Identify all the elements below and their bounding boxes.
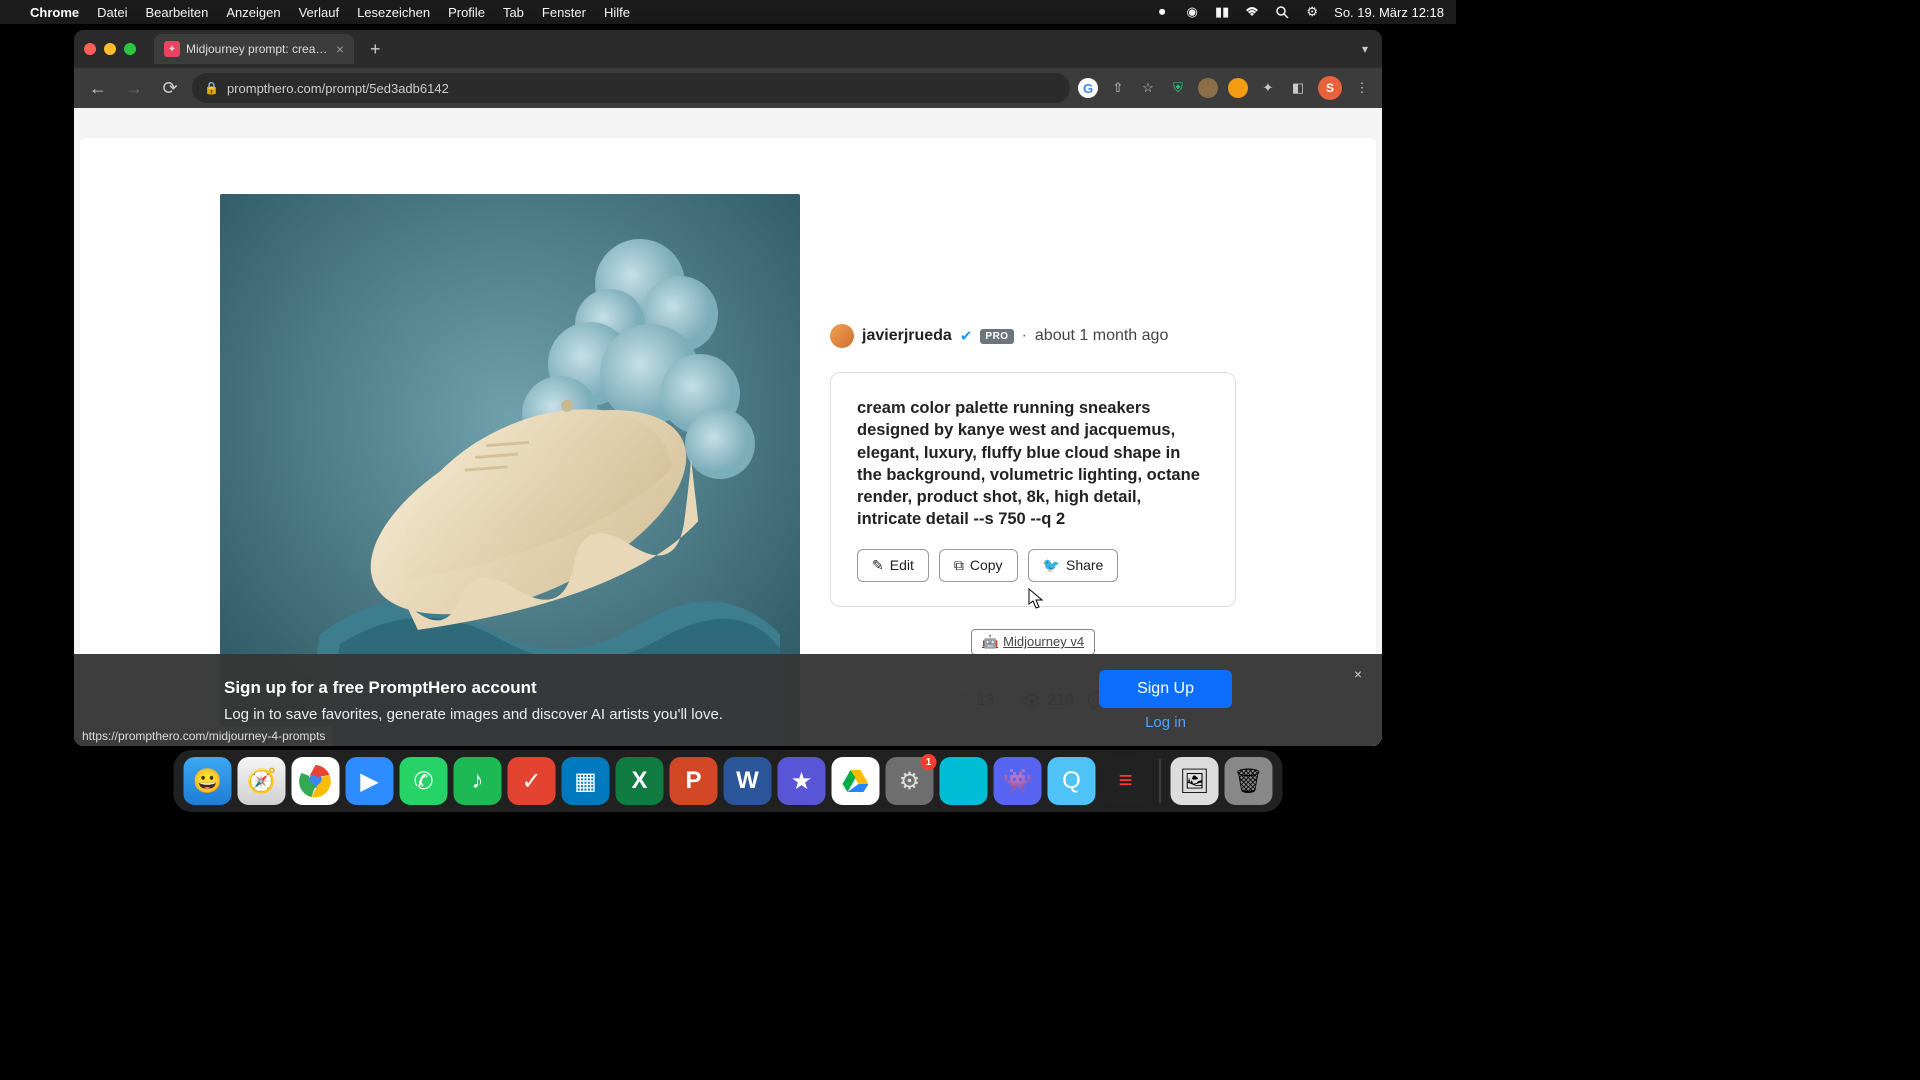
status-bar-url: https://prompthero.com/midjourney-4-prom… <box>74 726 333 746</box>
dock-settings[interactable]: ⚙1 <box>886 757 934 805</box>
maximize-window-button[interactable] <box>124 43 136 55</box>
menu-datei[interactable]: Datei <box>97 5 127 20</box>
signup-heading: Sign up for a free PromptHero account <box>224 678 723 698</box>
pencil-icon: ✎ <box>872 557 884 574</box>
google-translate-icon[interactable]: G <box>1078 78 1098 98</box>
dock-quicktime[interactable]: Q <box>1048 757 1096 805</box>
lock-icon: 🔒 <box>204 81 219 95</box>
dock-preview[interactable]: 🖼 <box>1171 757 1219 805</box>
dock-finder[interactable]: 😀 <box>184 757 232 805</box>
tabs-dropdown-icon[interactable]: ▾ <box>1358 38 1372 60</box>
screen-record-icon[interactable]: ◉ <box>1184 4 1200 20</box>
macos-dock: 😀 🧭 ▶ ✆ ♪ ✓ ▦ X P W ★ ⚙1 👾 Q ≡ 🖼 🗑 <box>174 750 1283 812</box>
menubar-datetime[interactable]: So. 19. März 12:18 <box>1334 5 1444 20</box>
tab-favicon-icon: ✦ <box>164 41 180 57</box>
menu-anzeigen[interactable]: Anzeigen <box>226 5 280 20</box>
battery-icon[interactable]: ▮▮ <box>1214 4 1230 20</box>
dock-trash[interactable]: 🗑 <box>1225 757 1273 805</box>
dock-trello[interactable]: ▦ <box>562 757 610 805</box>
signup-button[interactable]: Sign Up <box>1099 670 1232 708</box>
prompt-card: cream color palette running sneakers des… <box>830 372 1236 607</box>
dock-google-drive[interactable] <box>832 757 880 805</box>
login-link[interactable]: Log in <box>1145 714 1186 731</box>
menu-profile[interactable]: Profile <box>448 5 485 20</box>
share-label: Share <box>1066 557 1103 573</box>
dock-app-teal[interactable] <box>940 757 988 805</box>
minimize-window-button[interactable] <box>104 43 116 55</box>
model-tag-link[interactable]: 🤖 Midjourney v4 <box>971 629 1095 655</box>
menu-verlauf[interactable]: Verlauf <box>299 5 339 20</box>
reload-button[interactable]: ⟳ <box>156 74 184 102</box>
menu-hilfe[interactable]: Hilfe <box>604 5 630 20</box>
chrome-address-bar: ← → ⟳ 🔒 prompthero.com/prompt/5ed3adb614… <box>74 68 1382 108</box>
copy-label: Copy <box>970 557 1003 573</box>
close-window-button[interactable] <box>84 43 96 55</box>
record-icon[interactable]: ⏺ <box>1154 4 1170 20</box>
dock-voice-memos[interactable]: ≡ <box>1102 757 1150 805</box>
copy-button[interactable]: ⧉ Copy <box>939 549 1018 582</box>
dock-spotify[interactable]: ♪ <box>454 757 502 805</box>
post-timeago: about 1 month ago <box>1035 327 1168 345</box>
control-center-icon[interactable]: ⚙ <box>1304 4 1320 20</box>
edit-label: Edit <box>890 557 914 573</box>
extensions-puzzle-icon[interactable]: ✦ <box>1258 78 1278 98</box>
dock-safari[interactable]: 🧭 <box>238 757 286 805</box>
extension-icon-2[interactable] <box>1228 78 1248 98</box>
profile-avatar[interactable]: S <box>1318 76 1342 100</box>
edit-button[interactable]: ✎ Edit <box>857 549 929 582</box>
dock-separator <box>1160 759 1161 803</box>
share-button[interactable]: 🐦 Share <box>1028 549 1119 582</box>
menu-lesezeichen[interactable]: Lesezeichen <box>357 5 430 20</box>
author-row: javierjrueda ✔ PRO · about 1 month ago <box>830 324 1236 348</box>
separator: · <box>1022 327 1027 345</box>
share-icon[interactable]: ⇧ <box>1108 78 1128 98</box>
back-button[interactable]: ← <box>84 74 112 102</box>
settings-badge: 1 <box>921 754 937 770</box>
url-input[interactable]: 🔒 prompthero.com/prompt/5ed3adb6142 <box>192 73 1070 103</box>
extension-icon-1[interactable] <box>1198 78 1218 98</box>
prompt-text: cream color palette running sneakers des… <box>857 397 1209 531</box>
window-controls <box>84 43 136 55</box>
dock-discord[interactable]: 👾 <box>994 757 1042 805</box>
spotlight-icon[interactable] <box>1274 4 1290 20</box>
menu-fenster[interactable]: Fenster <box>542 5 586 20</box>
wifi-icon[interactable] <box>1244 4 1260 20</box>
dock-chrome[interactable] <box>292 757 340 805</box>
dock-excel[interactable]: X <box>616 757 664 805</box>
model-label: Midjourney v4 <box>1003 634 1084 649</box>
author-name[interactable]: javierjrueda <box>862 327 952 345</box>
bookmark-star-icon[interactable]: ☆ <box>1138 78 1158 98</box>
twitter-icon: 🐦 <box>1043 557 1060 574</box>
new-tab-button[interactable]: + <box>362 39 389 60</box>
pro-badge: PRO <box>980 329 1013 344</box>
dock-word[interactable]: W <box>724 757 772 805</box>
macos-menubar: Chrome Datei Bearbeiten Anzeigen Verlauf… <box>0 0 1456 24</box>
side-panel-icon[interactable]: ◧ <box>1288 78 1308 98</box>
robot-icon: 🤖 <box>982 634 998 650</box>
dock-zoom[interactable]: ▶ <box>346 757 394 805</box>
extension-shield-icon[interactable]: ⛨ <box>1168 78 1188 98</box>
menu-tab[interactable]: Tab <box>503 5 524 20</box>
dock-whatsapp[interactable]: ✆ <box>400 757 448 805</box>
dock-imovie[interactable]: ★ <box>778 757 826 805</box>
browser-tab[interactable]: ✦ Midjourney prompt: cream col × <box>154 34 354 64</box>
chrome-window: ✦ Midjourney prompt: cream col × + ▾ ← →… <box>74 30 1382 746</box>
tab-close-icon[interactable]: × <box>336 41 344 57</box>
page-viewport: javierjrueda ✔ PRO · about 1 month ago c… <box>74 108 1382 746</box>
menubar-app-name[interactable]: Chrome <box>30 5 79 20</box>
author-avatar[interactable] <box>830 324 854 348</box>
verified-badge-icon: ✔ <box>960 327 973 345</box>
chrome-menu-icon[interactable]: ⋮ <box>1352 78 1372 98</box>
url-text: prompthero.com/prompt/5ed3adb6142 <box>227 81 449 96</box>
tab-title: Midjourney prompt: cream col <box>186 42 330 56</box>
menu-bearbeiten[interactable]: Bearbeiten <box>145 5 208 20</box>
signup-sub: Log in to save favorites, generate image… <box>224 706 723 723</box>
dock-powerpoint[interactable]: P <box>670 757 718 805</box>
copy-icon: ⧉ <box>954 557 964 574</box>
chrome-tab-bar: ✦ Midjourney prompt: cream col × + ▾ <box>74 30 1382 68</box>
forward-button[interactable]: → <box>120 74 148 102</box>
dock-todoist[interactable]: ✓ <box>508 757 556 805</box>
banner-close-icon[interactable]: × <box>1354 666 1362 682</box>
